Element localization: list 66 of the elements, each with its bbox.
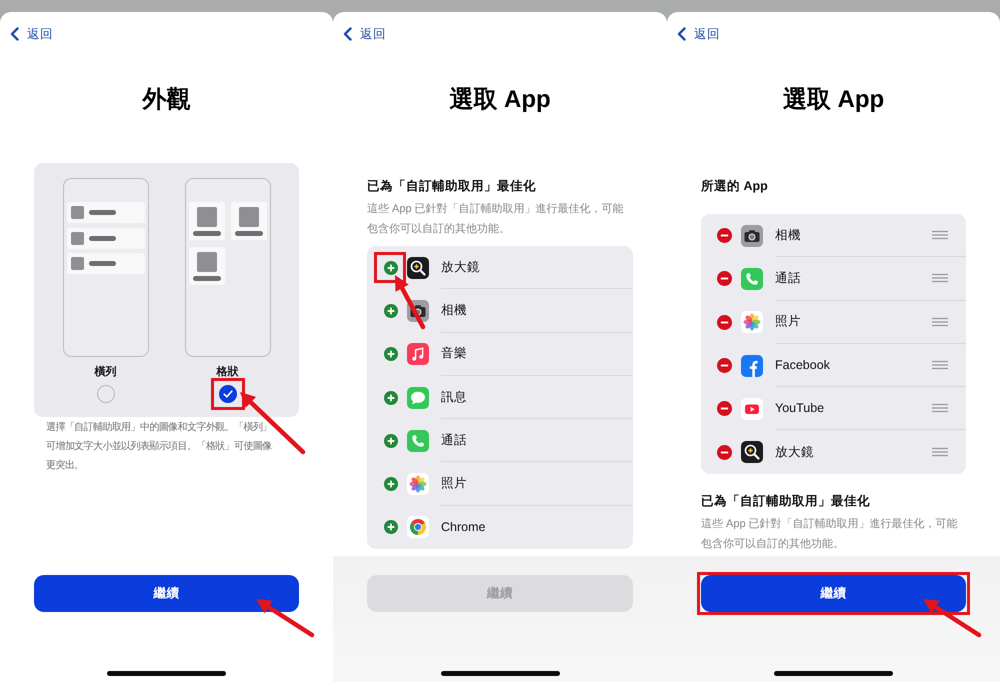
chevron-left-icon	[677, 27, 686, 41]
section-description: 這些 App 已針對「自訂輔助取用」進行最佳化，可能包含你可以自訂的其他功能。	[367, 202, 625, 237]
phone-handset-icon	[741, 268, 763, 290]
page-title: 外觀	[142, 86, 190, 114]
remove-icon[interactable]	[717, 358, 732, 374]
app-name: 相機	[775, 226, 801, 244]
magnifier-icon	[407, 256, 429, 279]
add-icon[interactable]	[384, 304, 398, 318]
drag-handle-icon[interactable]	[932, 447, 948, 458]
app-name: 通話	[441, 432, 467, 449]
layout-description: 選擇「自訂輔助取用」中的圖像和文字外觀。「橫列」可增加文字大小並以列表顯示項目。「格狀」可使圖像更突出。	[46, 420, 273, 473]
app-name: Chrome	[441, 520, 486, 534]
continue-button[interactable]: 繼續	[701, 575, 966, 612]
camera-icon	[741, 224, 763, 247]
app-name: 訊息	[441, 388, 467, 406]
radio-button[interactable]	[96, 385, 114, 403]
section-description: 這些 App 已針對「自訂輔助取用」進行最佳化，可能包含你可以自訂的其他功能。	[701, 516, 959, 552]
drag-handle-icon[interactable]	[932, 316, 948, 327]
add-icon[interactable]	[384, 347, 398, 362]
add-icon[interactable]	[384, 390, 398, 405]
back-button[interactable]: 返回	[10, 26, 53, 42]
remove-icon[interactable]	[717, 271, 732, 286]
drag-handle-icon[interactable]	[932, 403, 948, 414]
app-name: 相機	[441, 302, 467, 319]
drag-handle-icon[interactable]	[932, 273, 948, 284]
app-name: 照片	[775, 313, 801, 330]
remove-icon[interactable]	[717, 228, 732, 244]
flower-icon	[407, 473, 429, 496]
section-heading: 已為「自訂輔助取用」最佳化	[701, 492, 870, 509]
phone-handset-icon	[407, 430, 429, 452]
magnifier-icon	[741, 441, 763, 464]
app-name: 照片	[441, 475, 467, 492]
layout-option-label: 格狀	[216, 365, 238, 379]
app-name: Facebook	[775, 358, 830, 372]
page-title: 選取 App	[782, 86, 884, 114]
section-heading: 所選的 App	[701, 178, 768, 194]
chevron-left-icon	[343, 27, 352, 41]
add-icon[interactable]	[384, 260, 398, 275]
app-name: 放大鏡	[441, 258, 480, 276]
music-note-icon	[407, 343, 429, 366]
app-name: 通話	[775, 270, 801, 287]
remove-icon[interactable]	[717, 444, 732, 460]
add-icon[interactable]	[384, 520, 398, 534]
remove-icon[interactable]	[717, 401, 732, 416]
add-icon[interactable]	[384, 477, 398, 492]
app-name: 放大鏡	[775, 444, 814, 461]
checkmark-icon	[222, 390, 232, 398]
drag-handle-icon[interactable]	[932, 360, 948, 370]
app-name: 音樂	[441, 345, 467, 362]
ring-logo-icon	[407, 516, 429, 538]
drag-handle-icon[interactable]	[932, 230, 948, 240]
page-title: 選取 App	[449, 86, 551, 114]
remove-icon[interactable]	[717, 314, 732, 330]
layout-option-label: 橫列	[94, 365, 116, 379]
speech-bubble-icon	[407, 386, 429, 409]
continue-button[interactable]: 繼續	[34, 575, 299, 612]
letter-f-icon	[741, 354, 763, 377]
back-button[interactable]: 返回	[343, 26, 386, 42]
radio-button[interactable]	[218, 385, 236, 403]
chevron-left-icon	[10, 27, 19, 41]
section-heading: 已為「自訂輔助取用」最佳化	[367, 178, 536, 194]
add-icon[interactable]	[384, 434, 398, 448]
app-name: YouTube	[775, 401, 824, 416]
back-button[interactable]: 返回	[677, 26, 720, 42]
play-icon	[741, 398, 763, 420]
flower-icon	[741, 311, 763, 334]
